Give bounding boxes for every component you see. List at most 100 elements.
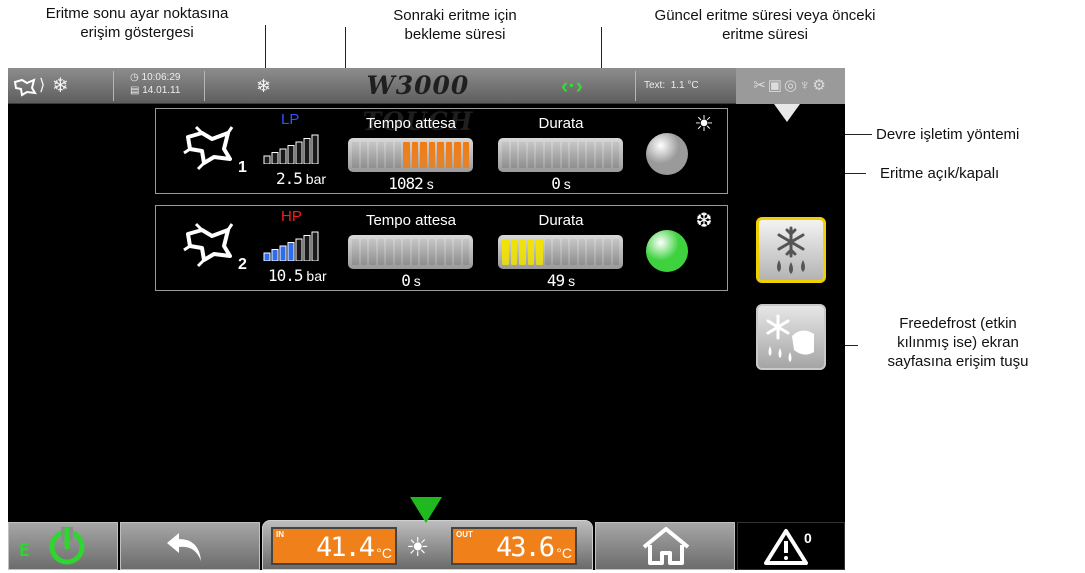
calendar-icon: ▤ [130,85,140,96]
power-icon: E [19,526,85,565]
bar-segment [428,239,435,265]
bar-segment [595,239,602,265]
pressure-unit: bar [305,171,327,187]
compressor-icon [183,125,234,171]
bar-segment [527,239,534,265]
wait-time-value: 1082 [388,174,424,193]
annotation-freedefrost: Freedefrost (etkin kılınmış ise) ekran s… [887,315,1029,370]
pressure-type-label: LP [281,111,300,128]
bar-segment [369,239,376,265]
pressure-level-icon[interactable] [262,132,322,164]
time-value: 10:06:29 [141,72,181,83]
pressure-step [263,252,271,261]
bar-segment [502,239,509,265]
circuit-panel-2: 2 HP 10.5 bar Tempo attesa 0 s Durata 49… [155,205,728,291]
compressor-menu-icon[interactable] [12,68,38,104]
bar-segment [386,142,393,168]
dropdown-arrow-icon[interactable] [774,104,800,122]
duration-value: 0 [551,174,561,193]
snowflake-icon[interactable]: ❄ [52,68,69,104]
temperature-panel: IN 41.4 °C ☀ OUT 43.6 °C [262,497,593,570]
bar-segment [411,142,418,168]
bar-segment [454,239,461,265]
inlet-unit: °C [376,545,392,561]
bar-segment [604,142,611,168]
circuit-panel-1: 1 LP 2.5 bar Tempo attesa 1082 s Durata … [155,108,728,194]
compressor-icon [183,222,234,268]
bar-segment [445,239,452,265]
bar-segment [411,239,418,265]
bar-segment [604,239,611,265]
page-nav-arrows-icon[interactable]: ‹·› [561,68,583,104]
divider [113,71,114,101]
wait-time-unit: s [413,273,421,289]
pressure-step [263,155,271,164]
defrost-button[interactable] [756,217,826,283]
bar-segment [352,239,359,265]
pressure-step [271,152,279,164]
alarm-icon: 0 [764,529,812,565]
wait-time-readout: 1082 s [346,174,476,193]
wait-time-value: 0 [401,271,411,290]
bar-segment [462,239,469,265]
bar-segment [561,239,568,265]
defrost-status-led [646,133,688,175]
duration-readout: 0 s [496,174,626,193]
bar-segment [360,239,367,265]
snowflake-icon: ❄ [256,76,272,96]
duration-bar [498,138,623,172]
duration-bar [498,235,623,269]
pressure-level-icon[interactable] [262,229,322,261]
pressure-step [295,141,303,164]
bar-segment [437,142,444,168]
settings-tools-icon[interactable]: ✂▣◎♆⚙ [736,68,845,104]
top-bar: ⟩ ❄ ◷ 10:06:29 ▤ 14.01.11 ❄ W3000 TOUCH … [8,68,845,136]
alarm-count: 0 [804,530,812,546]
date-value: 14.01.11 [142,85,181,96]
bar-segment [527,142,534,168]
bar-segment [454,142,461,168]
divider [635,71,636,101]
clock-readout: ◷ 10:06:29 ▤ 14.01.11 [130,71,180,97]
pressure-unit: bar [306,268,327,284]
text-value: 1.1 °C [670,80,699,91]
bar-segment [360,142,367,168]
pressure-step [279,245,287,261]
annotation-end-setpoint: Eritme sonu ayar noktasına erişim göster… [45,5,229,41]
bar-segment [403,142,410,168]
bar-segment [377,239,384,265]
bar-segment [502,142,509,168]
power-button[interactable]: E [8,522,118,570]
home-button[interactable] [595,522,735,570]
bar-segment [570,142,577,168]
bar-segment [553,239,560,265]
bar-segment [544,239,551,265]
outlet-unit: °C [556,545,572,561]
inlet-label: IN [276,530,284,539]
inlet-value: 41.4 [315,532,375,563]
bar-segment [377,142,384,168]
outlet-temperature: OUT 43.6 °C [451,527,577,565]
pressure-type-label: HP [281,208,302,225]
pressure-step [311,134,319,164]
bar-segment [587,239,594,265]
wait-time-bar [348,138,473,172]
freedefrost-icon [766,314,814,362]
bar-segment [536,142,543,168]
bar-segment [519,142,526,168]
freedefrost-button[interactable] [756,304,826,370]
bar-segment [352,142,359,168]
pressure-readout: 10.5 bar [268,266,327,285]
wait-time-unit: s [426,176,434,192]
brand-title: W3000 TOUCH [362,71,474,136]
annotation-next-wait: Sonraki eritme için bekleme süresi [393,7,517,43]
bar-segment [394,239,401,265]
outlet-label: OUT [456,530,473,539]
pressure-step [279,148,287,164]
back-button[interactable] [120,522,260,570]
wait-time-readout: 0 s [346,271,476,290]
alarm-button[interactable]: 0 [737,522,845,570]
duration-unit: s [568,273,576,289]
chevron-right-icon: ⟩ [39,77,46,94]
sun-mode-icon: ☀ [694,111,714,136]
